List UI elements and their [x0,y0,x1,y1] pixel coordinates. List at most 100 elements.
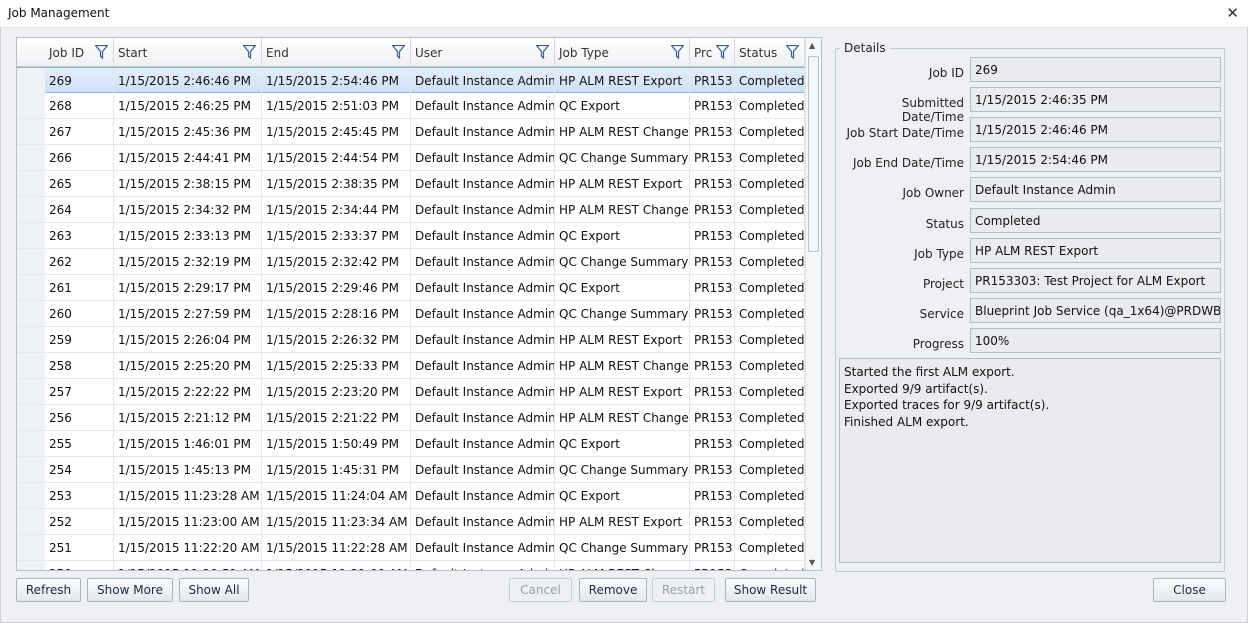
row-header[interactable] [17,249,45,274]
table-row[interactable]: 261 1/15/2015 2:29:17 PM 1/15/2015 2:29:46… [17,275,805,301]
table-row[interactable]: 259 1/15/2015 2:26:04 PM 1/15/2015 2:26:32… [17,327,805,353]
column-header-project[interactable]: Prc [690,38,735,67]
details-panel: Details Job ID 269 Submitted Date/Time 1/15… [835,41,1225,572]
job-end-datetime-field[interactable]: 1/15/2015 2:54:46 PM [970,147,1221,173]
table-row[interactable]: 268 1/15/2015 2:46:25 PM 1/15/2015 2:51:03… [17,93,805,119]
start-cell: 1/15/2015 2:33:13 PM [114,223,262,248]
end-cell: 1/15/2015 2:32:42 PM [262,249,411,274]
status-field[interactable]: Completed [970,207,1221,233]
service-field[interactable]: Blueprint Job Service (qa_1x64)@PRDWB0 [970,297,1221,323]
table-row[interactable]: 269 1/15/2015 2:46:46 PM 1/15/2015 2:54:46… [17,67,805,93]
job-type-cell: QC Export [555,483,690,508]
column-header-end[interactable]: End [262,38,411,67]
show-result-button[interactable]: Show Result [725,578,816,602]
row-header[interactable] [17,483,45,508]
filter-icon[interactable] [95,45,108,59]
project-cell: PR153 [690,93,735,118]
row-header[interactable] [17,197,45,222]
close-icon[interactable]: ✕ [1226,4,1239,22]
job-owner-field[interactable]: Default Instance Admin [970,177,1221,203]
scrollbar-thumb[interactable] [808,56,819,252]
row-header[interactable] [17,379,45,404]
remove-button[interactable]: Remove [579,578,647,602]
row-header[interactable] [17,301,45,326]
restart-button[interactable]: Restart [652,578,715,602]
job-id-cell: 250 [45,561,114,570]
column-header-status[interactable]: Status [735,38,805,67]
table-row[interactable]: 256 1/15/2015 2:21:12 PM 1/15/2015 2:21:22… [17,405,805,431]
table-row[interactable]: 253 1/15/2015 11:23:28 AM 1/15/2015 11:24:… [17,483,805,509]
table-row[interactable]: 266 1/15/2015 2:44:41 PM 1/15/2015 2:44:54… [17,145,805,171]
project-cell: PR153 [690,197,735,222]
table-row[interactable]: 2501/15/2015 11:20:51 AM1/15/2015 11:21:… [17,561,805,570]
end-cell: 1/15/2015 11:21:00 AM [262,561,411,570]
status-cell: Completed [735,68,805,93]
job-start-datetime-field[interactable]: 1/15/2015 2:46:46 PM [970,117,1221,143]
refresh-button[interactable]: Refresh [16,578,81,602]
filter-icon[interactable] [243,45,256,59]
row-header[interactable] [17,405,45,430]
row-header[interactable] [17,327,45,352]
table-row[interactable]: 257 1/15/2015 2:22:22 PM 1/15/2015 2:23:20… [17,379,805,405]
table-row[interactable]: 263 1/15/2015 2:33:13 PM 1/15/2015 2:33:37… [17,223,805,249]
submitted-datetime-field[interactable]: 1/15/2015 2:46:35 PM [970,87,1221,113]
row-header[interactable] [17,68,45,93]
row-header[interactable] [17,171,45,196]
table-row[interactable]: 252 1/15/2015 11:23:00 AM 1/15/2015 11:23:… [17,509,805,535]
job-id-field[interactable]: 269 [970,57,1221,82]
cancel-button[interactable]: Cancel [509,578,572,602]
column-header-job-id[interactable]: Job ID [45,38,114,67]
job-type-cell: HP ALM REST Export [555,509,690,534]
row-header[interactable] [17,431,45,456]
table-row[interactable]: 258 1/15/2015 2:25:20 PM 1/15/2015 2:25:33… [17,353,805,379]
column-header-label: End [266,46,289,60]
row-header[interactable] [17,93,45,118]
end-cell: 1/15/2015 2:38:35 PM [262,171,411,196]
row-header[interactable] [17,145,45,170]
user-cell: Default Instance Admin [411,535,555,560]
filter-icon[interactable] [671,45,684,59]
service-label: Service [919,306,964,321]
filter-icon[interactable] [392,45,405,59]
user-cell: Default Instance Admin [411,457,555,482]
row-header[interactable] [17,223,45,248]
job-type-field[interactable]: HP ALM REST Export [970,237,1221,263]
job-type-cell: HP ALM REST Change [555,197,690,222]
scroll-up-icon[interactable]: ▲ [809,41,815,50]
show-more-button[interactable]: Show More [87,578,173,602]
row-header[interactable] [17,535,45,560]
table-row[interactable]: 264 1/15/2015 2:34:32 PM 1/15/2015 2:34:44… [17,197,805,223]
table-row[interactable]: 255 1/15/2015 1:46:01 PM 1/15/2015 1:50:49… [17,431,805,457]
job-log[interactable]: Started the first ALM export. Exported 9/… [839,358,1221,563]
vertical-scrollbar[interactable]: ▲ ▼ [805,38,821,570]
row-header[interactable] [17,561,45,570]
column-header-job-type[interactable]: Job Type [555,38,690,67]
job-id-cell: 260 [45,301,114,326]
show-all-button[interactable]: Show All [179,578,249,602]
job-type-cell: HP ALM REST Export [555,379,690,404]
column-header-start[interactable]: Start [114,38,262,67]
row-header[interactable] [17,275,45,300]
row-header[interactable] [17,353,45,378]
table-row[interactable]: 254 1/15/2015 1:45:13 PM 1/15/2015 1:45:31… [17,457,805,483]
start-cell: 1/15/2015 11:20:51 AM [114,561,262,570]
row-header[interactable] [17,119,45,144]
start-cell: 1/15/2015 2:26:04 PM [114,327,262,352]
filter-icon[interactable] [786,45,799,59]
start-cell: 1/15/2015 11:22:20 AM [114,535,262,560]
table-row[interactable]: 251 1/15/2015 11:22:20 AM 1/15/2015 11:22:… [17,535,805,561]
column-header-user[interactable]: User [411,38,555,67]
row-header[interactable] [17,457,45,482]
close-button[interactable]: Close [1153,578,1226,602]
table-row[interactable]: 262 1/15/2015 2:32:19 PM 1/15/2015 2:32:42… [17,249,805,275]
table-row[interactable]: 260 1/15/2015 2:27:59 PM 1/15/2015 2:28:16… [17,301,805,327]
project-field[interactable]: PR153303: Test Project for ALM Export [970,267,1221,293]
user-cell: Default Instance Admin [411,171,555,196]
filter-icon[interactable] [716,45,729,59]
scroll-down-icon[interactable]: ▼ [809,558,815,567]
progress-field[interactable]: 100% [970,327,1221,353]
table-row[interactable]: 267 1/15/2015 2:45:36 PM 1/15/2015 2:45:45… [17,119,805,145]
filter-icon[interactable] [536,45,549,59]
row-header[interactable] [17,509,45,534]
table-row[interactable]: 265 1/15/2015 2:38:15 PM 1/15/2015 2:38:35… [17,171,805,197]
